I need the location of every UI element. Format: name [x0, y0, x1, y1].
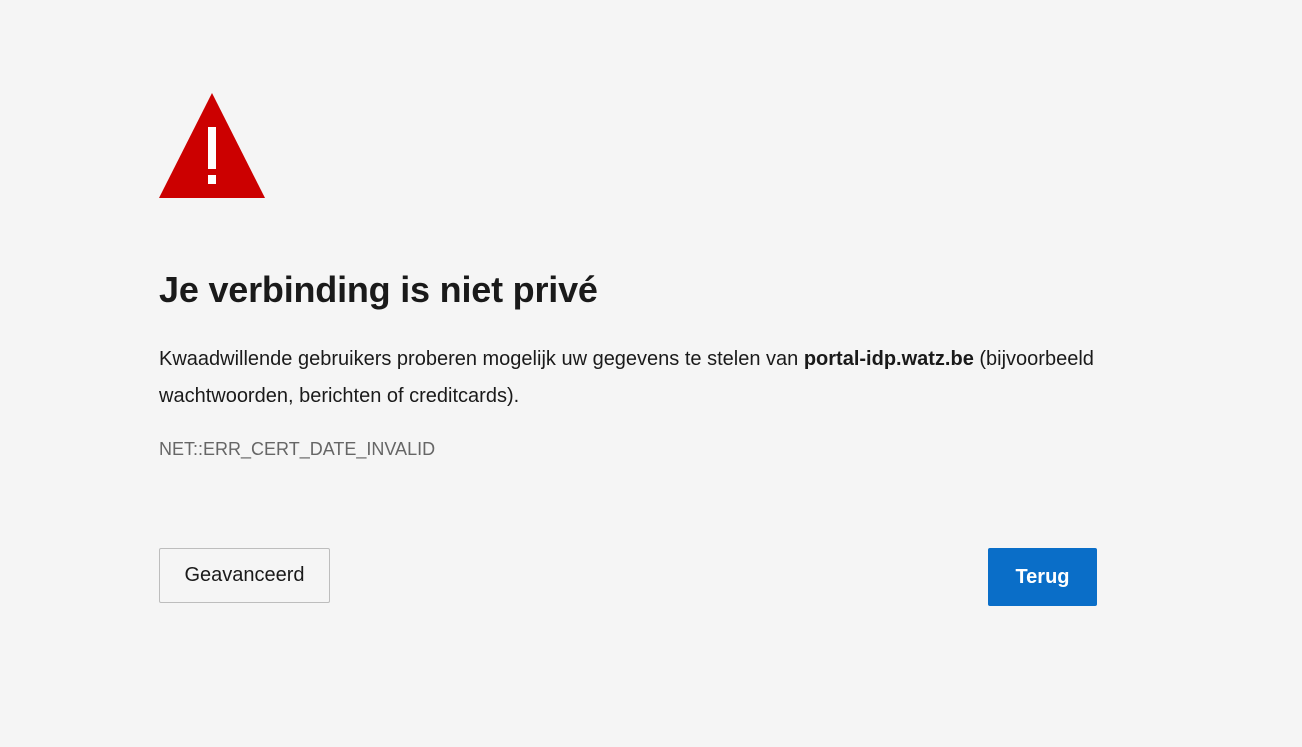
description-prefix: Kwaadwillende gebruikers proberen mogeli…: [159, 348, 804, 370]
back-button[interactable]: Terug: [988, 548, 1097, 606]
warning-description: Kwaadwillende gebruikers proberen mogeli…: [159, 341, 1099, 415]
warning-triangle-icon: [158, 91, 266, 199]
error-code: NET::ERR_CERT_DATE_INVALID: [159, 439, 436, 459]
site-hostname: portal-idp.watz.be: [803, 348, 974, 370]
page-title: Je verbinding is niet privé: [159, 269, 598, 310]
interstitial-page: Je verbinding is niet privé Kwaadwillend…: [0, 0, 1302, 747]
advanced-button[interactable]: Geavanceerd: [159, 548, 330, 603]
